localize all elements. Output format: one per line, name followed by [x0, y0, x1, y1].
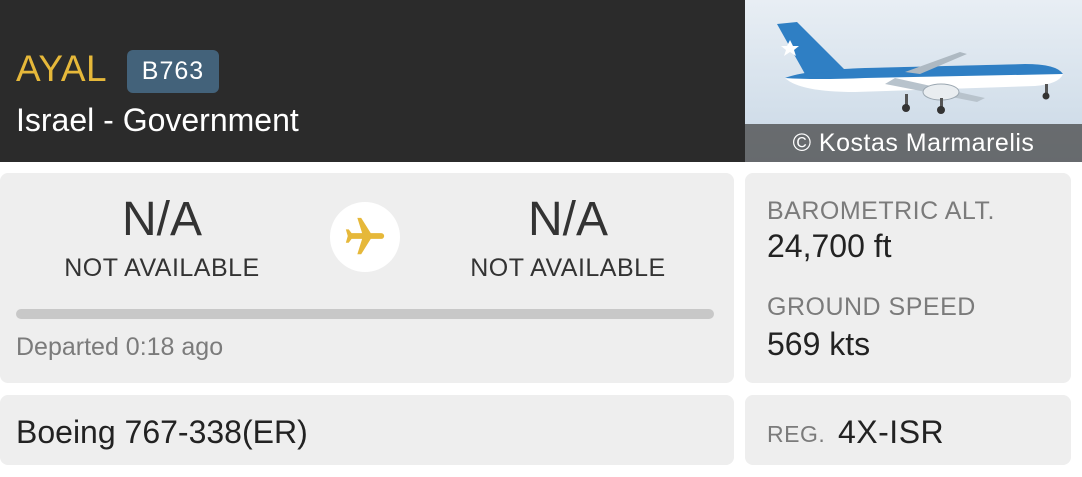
aircraft-type-badge[interactable]: B763: [127, 50, 219, 93]
destination-city: NOT AVAILABLE: [470, 254, 666, 282]
callsign: AYAL: [16, 48, 108, 89]
altitude-label: BAROMETRIC ALT.: [767, 197, 995, 225]
aircraft-model[interactable]: Boeing 767-338(ER): [16, 413, 308, 451]
origin-code[interactable]: N/A: [12, 192, 312, 248]
altitude-value: 24,700 ft: [767, 228, 892, 264]
airline-name[interactable]: Israel - Government: [16, 100, 299, 140]
registration-value[interactable]: 4X-ISR: [838, 413, 944, 451]
flight-header: AYAL B763 Israel - Government: [0, 0, 745, 162]
photo-credit[interactable]: © Kostas Marmarelis: [745, 124, 1082, 162]
origin-city: NOT AVAILABLE: [64, 254, 260, 282]
flight-progress-bar: [16, 309, 714, 319]
departed-status: Departed 0:18 ago: [16, 333, 224, 361]
destination-code[interactable]: N/A: [418, 192, 718, 248]
ground-speed-value: 569 kts: [767, 326, 871, 362]
airplane-icon-badge: [330, 202, 400, 272]
ground-speed-label: GROUND SPEED: [767, 293, 976, 321]
aircraft-photo[interactable]: © Kostas Marmarelis: [745, 0, 1082, 162]
registration-label: REG.: [767, 421, 826, 447]
airplane-icon: [345, 217, 385, 255]
